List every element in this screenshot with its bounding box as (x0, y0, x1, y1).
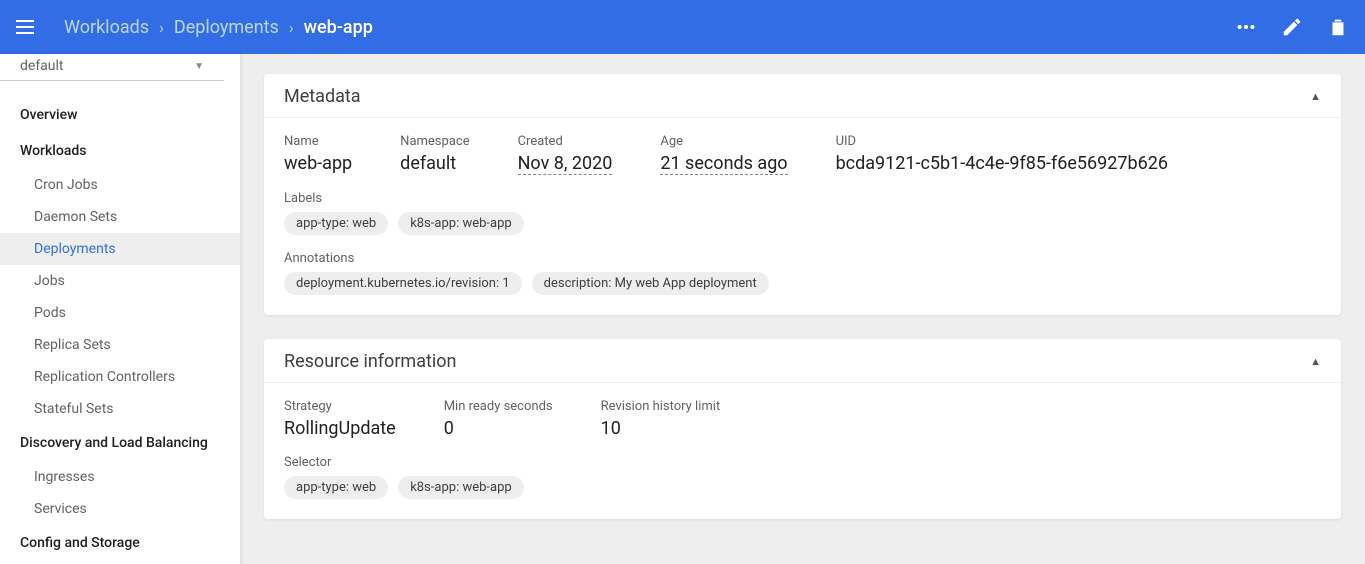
labels-section: Labels app-type: web k8s-app: web-app (284, 191, 1321, 235)
topbar-actions (1235, 16, 1349, 38)
sidebar-config[interactable]: Config and Storage (0, 525, 240, 561)
resource-revision: Revision history limit 10 (601, 399, 721, 439)
edit-icon[interactable] (1281, 16, 1303, 38)
caret-down-icon: ▼ (194, 61, 204, 72)
breadcrumb-deployments[interactable]: Deployments (174, 17, 279, 38)
delete-icon[interactable] (1327, 16, 1349, 38)
scale-icon[interactable] (1235, 16, 1257, 38)
selector-chip: app-type: web (284, 476, 388, 499)
namespace-value: default (20, 58, 64, 74)
namespace-value2: default (400, 153, 469, 174)
revision-label: Revision history limit (601, 399, 721, 414)
selector-section: Selector app-type: web k8s-app: web-app (284, 455, 1321, 499)
chevron-right-icon: › (159, 18, 164, 37)
sidebar-workloads[interactable]: Workloads (0, 133, 240, 169)
namespace-label: Namespace (400, 134, 469, 149)
metadata-header: Metadata ▲ (264, 74, 1341, 118)
sidebar-overview[interactable]: Overview (0, 97, 240, 133)
sidebar-item-replicationcontrollers[interactable]: Replication Controllers (0, 361, 240, 393)
strategy-label: Strategy (284, 399, 396, 414)
label-chip: k8s-app: web-app (398, 212, 523, 235)
collapse-icon[interactable]: ▲ (1310, 355, 1321, 368)
age-label: Age (660, 134, 787, 149)
revision-value: 10 (601, 418, 721, 439)
metadata-card: Metadata ▲ Name web-app Namespace defaul… (264, 74, 1341, 315)
breadcrumb-current: web-app (304, 17, 373, 38)
minready-label: Min ready seconds (444, 399, 553, 414)
uid-label: UID (836, 134, 1168, 149)
sidebar-item-ingresses[interactable]: Ingresses (0, 461, 240, 493)
sidebar-item-statefulsets[interactable]: Stateful Sets (0, 393, 240, 425)
resource-header: Resource information ▲ (264, 339, 1341, 383)
sidebar-item-pods[interactable]: Pods (0, 297, 240, 329)
annotation-chip: deployment.kubernetes.io/revision: 1 (284, 272, 522, 295)
chevron-right-icon: › (289, 18, 294, 37)
metadata-uid: UID bcda9121-c5b1-4c4e-9f85-f6e56927b626 (836, 134, 1168, 175)
sidebar-item-cronjobs[interactable]: Cron Jobs (0, 169, 240, 201)
topbar: Workloads › Deployments › web-app (0, 0, 1365, 54)
annotations-label: Annotations (284, 251, 1321, 266)
namespace-select[interactable]: default ▼ (0, 54, 224, 81)
selector-chip: k8s-app: web-app (398, 476, 523, 499)
breadcrumb-workloads[interactable]: Workloads (64, 17, 149, 38)
resource-title: Resource information (284, 351, 456, 372)
created-label: Created (518, 134, 613, 149)
sidebar-item-deployments[interactable]: Deployments (0, 233, 240, 265)
main-content: Metadata ▲ Name web-app Namespace defaul… (240, 54, 1365, 564)
resource-card: Resource information ▲ Strategy RollingU… (264, 339, 1341, 519)
uid-value: bcda9121-c5b1-4c4e-9f85-f6e56927b626 (836, 153, 1168, 174)
menu-icon[interactable] (16, 15, 40, 39)
collapse-icon[interactable]: ▲ (1310, 90, 1321, 103)
selector-label: Selector (284, 455, 1321, 470)
resource-minready: Min ready seconds 0 (444, 399, 553, 439)
strategy-value: RollingUpdate (284, 418, 396, 439)
sidebar-item-daemonsets[interactable]: Daemon Sets (0, 201, 240, 233)
resource-strategy: Strategy RollingUpdate (284, 399, 396, 439)
sidebar: default ▼ Overview Workloads Cron Jobs D… (0, 54, 240, 564)
age-value: 21 seconds ago (660, 153, 787, 175)
metadata-age: Age 21 seconds ago (660, 134, 787, 175)
sidebar-item-services[interactable]: Services (0, 493, 240, 525)
metadata-created: Created Nov 8, 2020 (518, 134, 613, 175)
annotations-section: Annotations deployment.kubernetes.io/rev… (284, 251, 1321, 295)
breadcrumb: Workloads › Deployments › web-app (64, 17, 373, 38)
annotation-chip: description: My web App deployment (532, 272, 769, 295)
metadata-title: Metadata (284, 86, 361, 107)
minready-value: 0 (444, 418, 553, 439)
metadata-name: Name web-app (284, 134, 352, 175)
sidebar-item-jobs[interactable]: Jobs (0, 265, 240, 297)
created-value: Nov 8, 2020 (518, 153, 613, 175)
name-value: web-app (284, 153, 352, 174)
sidebar-item-replicasets[interactable]: Replica Sets (0, 329, 240, 361)
label-chip: app-type: web (284, 212, 388, 235)
labels-label: Labels (284, 191, 1321, 206)
sidebar-discovery[interactable]: Discovery and Load Balancing (0, 425, 240, 461)
metadata-namespace: Namespace default (400, 134, 469, 175)
name-label: Name (284, 134, 352, 149)
